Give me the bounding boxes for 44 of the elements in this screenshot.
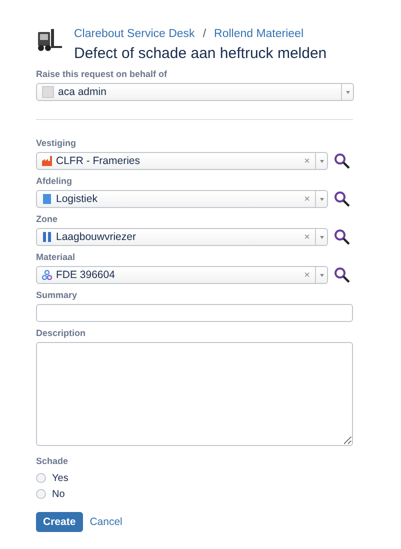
caret-icon: [320, 160, 324, 162]
clear-button[interactable]: ×: [304, 232, 310, 242]
avatar-icon: [42, 86, 54, 98]
field-label: Materiaal: [36, 252, 76, 263]
breadcrumb-separator: /: [202, 27, 206, 41]
field-label: Summary: [36, 290, 78, 301]
breadcrumb-link[interactable]: Clarebout Service Desk: [74, 27, 195, 41]
summary-field[interactable]: [36, 304, 353, 322]
field-label: Vestiging: [36, 138, 78, 149]
radio-label: Yes: [52, 472, 68, 484]
clear-button[interactable]: ×: [304, 194, 310, 204]
radio-label: No: [52, 488, 65, 500]
clear-button[interactable]: ×: [304, 156, 310, 166]
search-icon[interactable]: [334, 153, 350, 169]
field-label: Zone: [36, 214, 58, 225]
breadcrumb-link[interactable]: Rollend Materieel: [214, 27, 304, 41]
forklift-icon: [36, 28, 62, 52]
field-label: Description: [36, 328, 87, 339]
caret-icon: [346, 90, 350, 94]
picker-select[interactable]: Laagbouwvriezer ×: [36, 228, 328, 246]
caret-icon: [320, 198, 324, 200]
field-label: Afdeling: [36, 176, 73, 187]
search-icon[interactable]: [334, 229, 350, 245]
radio-button[interactable]: [36, 489, 46, 499]
radio-button[interactable]: [36, 473, 46, 483]
field-label: Schade: [36, 456, 70, 467]
columns-icon: [42, 232, 52, 242]
caret-icon: [320, 236, 324, 238]
factory-icon: [42, 156, 52, 166]
create-button[interactable]: Create: [36, 512, 83, 532]
caret-icon: [320, 274, 324, 276]
picker-select[interactable]: Logistiek ×: [36, 190, 328, 208]
picker-select[interactable]: FDE 396604 ×: [36, 266, 328, 284]
description-field[interactable]: [36, 342, 353, 446]
field-label: Raise this request on behalf of: [36, 69, 168, 80]
picker-select[interactable]: CLFR - Frameries ×: [36, 152, 328, 170]
cancel-link[interactable]: Cancel: [90, 516, 122, 528]
user-select[interactable]: aca admin: [36, 83, 354, 101]
search-icon[interactable]: [334, 267, 350, 283]
search-icon[interactable]: [334, 191, 350, 207]
building-icon: [42, 194, 52, 204]
page-title: Defect of schade aan heftruck melden: [74, 45, 327, 63]
clear-button[interactable]: ×: [304, 270, 310, 280]
nodes-icon: [42, 270, 52, 280]
